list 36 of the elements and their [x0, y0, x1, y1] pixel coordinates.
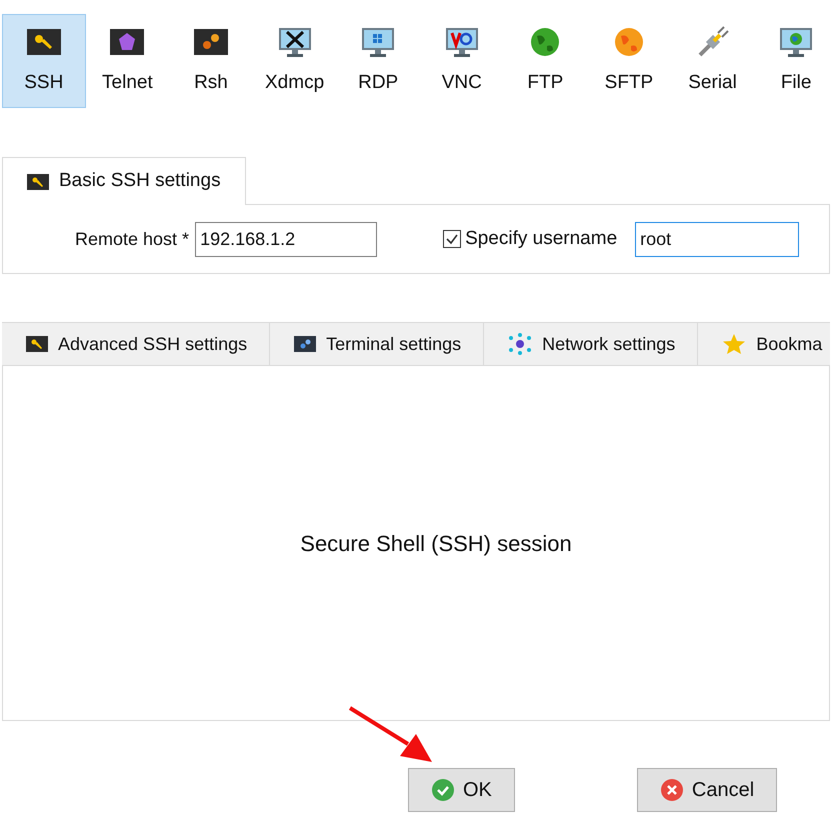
session-type-button[interactable]: File: [754, 14, 838, 108]
globe-icon: [529, 26, 562, 58]
close-icon: [660, 778, 684, 802]
gears-icon: [294, 336, 316, 352]
key-icon: [27, 174, 49, 190]
session-type-button[interactable]: Xdmcp: [252, 14, 336, 108]
gears-icon: [194, 28, 228, 55]
username-field[interactable]: root: [635, 222, 800, 256]
monitor-icon: [778, 26, 814, 58]
gem-icon: [110, 28, 144, 55]
ok-button[interactable]: OK: [408, 768, 515, 812]
key-icon: [26, 28, 61, 55]
specify-username-checkbox[interactable]: Specify username: [443, 224, 618, 254]
remote-host-label: Remote host *: [75, 228, 190, 250]
check-icon: [431, 778, 455, 802]
monitor-icon: [360, 26, 396, 58]
session-type-button[interactable]: Telnet: [86, 14, 170, 108]
check-icon: [445, 232, 460, 246]
session-type-button[interactable]: SFTP: [587, 14, 671, 108]
session-description: Secure Shell (SSH) session: [300, 530, 572, 558]
tab[interactable]: Basic SSH settings: [2, 157, 246, 205]
session-type-button[interactable]: Serial: [670, 14, 754, 108]
globe-icon: [612, 26, 645, 58]
session-type-button[interactable]: Rsh: [169, 14, 253, 108]
cancel-button[interactable]: Cancel: [636, 768, 778, 812]
remote-host-field[interactable]: 192.168.1.2: [195, 222, 378, 256]
session-type-button[interactable]: SSH: [2, 14, 86, 108]
session-type-button[interactable]: FTP: [504, 14, 588, 108]
checkbox[interactable]: [443, 230, 462, 248]
key-icon: [26, 336, 48, 352]
session-type-button[interactable]: RDP: [336, 14, 420, 108]
session-type-button[interactable]: VNC: [420, 14, 504, 108]
monitor-icon: [276, 26, 313, 58]
network-icon: [508, 333, 532, 355]
monitor-icon: [444, 26, 480, 58]
star-icon: [722, 333, 746, 355]
